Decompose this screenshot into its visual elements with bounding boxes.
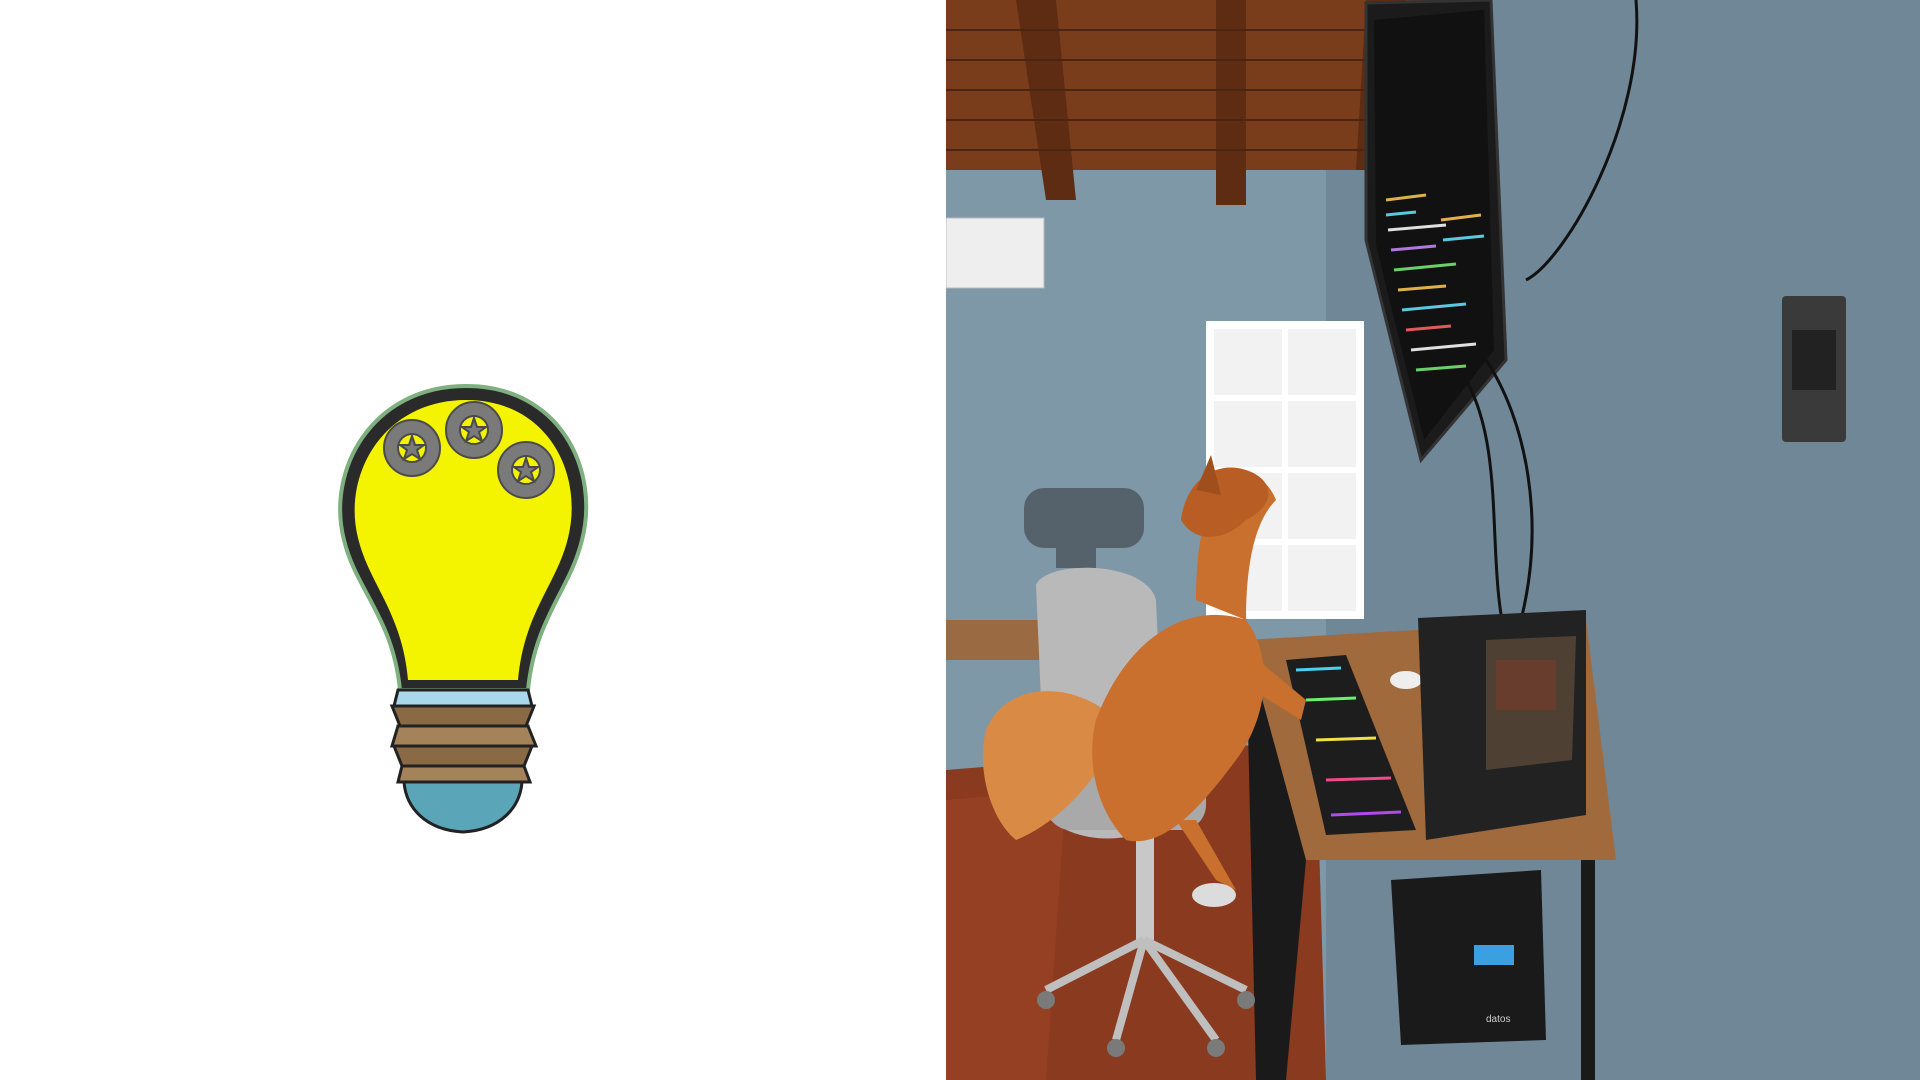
bulb-base — [389, 704, 539, 834]
gear-icon — [383, 419, 441, 477]
lightbulb-with-gears-icon — [338, 383, 589, 834]
bulb-base-band — [392, 688, 534, 708]
fox-at-computer-desk-scene: datos — [946, 0, 1920, 1080]
air-conditioner — [946, 217, 1045, 289]
gear-icon — [497, 441, 555, 499]
ups-brand-label: datos — [1486, 1014, 1510, 1025]
ups-device: datos — [1391, 870, 1546, 1045]
mouse — [1390, 671, 1422, 689]
gear-icon — [445, 401, 503, 459]
pc-case — [1418, 610, 1586, 840]
left-panel — [0, 0, 946, 1080]
room-scene-photo: datos — [946, 0, 1920, 1080]
